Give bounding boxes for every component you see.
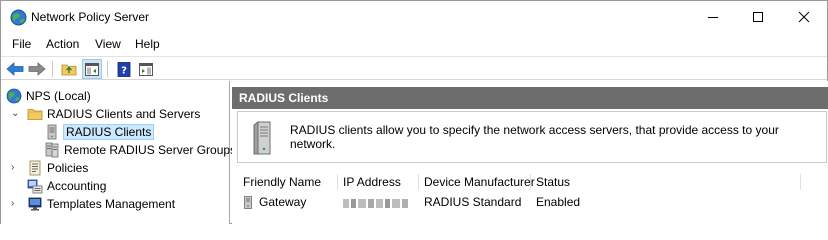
pane-title: RADIUS Clients <box>232 87 828 109</box>
maximize-icon <box>753 12 763 22</box>
tree-item-nps-local[interactable]: NPS (Local) <box>6 87 91 105</box>
folder-up-icon <box>61 64 77 76</box>
action-pane-icon <box>139 62 153 76</box>
tree-label: NPS (Local) <box>26 89 91 103</box>
show-hide-tree-button[interactable] <box>82 59 102 79</box>
column-header-ip-address[interactable]: IP Address <box>343 175 401 189</box>
description-text: RADIUS clients allow you to specify the … <box>290 123 779 151</box>
help-button[interactable]: ? <box>114 59 134 79</box>
column-divider[interactable] <box>418 174 419 190</box>
toolbar: ? <box>1 56 827 80</box>
client-icon <box>243 196 253 212</box>
minimize-button[interactable] <box>690 1 736 33</box>
show-action-pane-button[interactable] <box>136 59 156 79</box>
menu-help[interactable]: Help <box>135 37 160 51</box>
tree-item-templates-management[interactable]: Templates Management <box>27 195 175 213</box>
tree-item-accounting[interactable]: Accounting <box>27 177 106 195</box>
status-cell: Enabled <box>536 195 581 209</box>
description-box: RADIUS clients allow you to specify the … <box>237 111 827 163</box>
column-divider[interactable] <box>337 174 338 190</box>
svg-text:?: ? <box>121 65 127 76</box>
redacted-ip-address <box>343 197 411 208</box>
menu-view[interactable]: View <box>95 37 121 51</box>
server-tower-icon <box>252 120 274 159</box>
chevron-right-icon[interactable]: › <box>11 162 14 173</box>
help-book-icon: ? <box>117 61 131 77</box>
tree-item-radius-clients-servers[interactable]: RADIUS Clients and Servers <box>27 105 200 123</box>
tree-label: RADIUS Clients <box>62 124 155 140</box>
friendly-name-cell: Gateway <box>259 195 307 209</box>
minimize-icon <box>708 17 718 18</box>
list-header: Friendly Name IP Address Device Manufact… <box>237 173 827 191</box>
back-arrow-icon <box>6 62 24 76</box>
forward-button[interactable] <box>27 59 47 79</box>
tree-item-policies[interactable]: Policies <box>27 159 88 177</box>
back-button[interactable] <box>5 59 25 79</box>
column-header-status[interactable]: Status <box>536 175 570 189</box>
tree-label: Accounting <box>47 179 107 193</box>
window-title: Network Policy Server <box>31 10 150 24</box>
menu-bar: File Action View Help <box>1 34 827 54</box>
chevron-down-icon[interactable]: ⌄ <box>11 108 19 119</box>
console-tree: NPS (Local) ⌄ RADIUS Clients and Servers… <box>1 81 236 224</box>
toolbar-separator <box>107 61 108 77</box>
menu-file[interactable]: File <box>12 37 31 51</box>
toolbar-separator <box>52 61 53 77</box>
maximize-button[interactable] <box>735 1 781 33</box>
templates-icon <box>27 196 43 212</box>
manufacturer-cell: RADIUS Standard <box>424 195 522 209</box>
column-divider[interactable] <box>530 174 531 190</box>
tree-label: RADIUS Clients and Servers <box>47 107 201 121</box>
up-folder-button[interactable] <box>59 59 79 79</box>
tree-item-remote-radius-groups[interactable]: Remote RADIUS Server Groups <box>44 141 236 159</box>
accounting-icon <box>27 178 43 194</box>
menu-action[interactable]: Action <box>46 37 79 51</box>
tree-item-radius-clients[interactable]: RADIUS Clients <box>44 123 155 141</box>
server-icon <box>44 124 60 140</box>
tree-label: Policies <box>47 161 89 175</box>
table-row[interactable]: Gateway RADIUS Standard Enabled <box>237 193 827 211</box>
column-divider[interactable] <box>800 174 801 190</box>
policies-icon <box>27 160 43 176</box>
close-button[interactable] <box>781 1 827 33</box>
column-header-friendly-name[interactable]: Friendly Name <box>243 175 321 189</box>
title-bar: Network Policy Server <box>1 1 827 33</box>
close-icon <box>798 11 810 23</box>
tree-label: Remote RADIUS Server Groups <box>64 143 237 157</box>
folder-icon <box>27 106 43 122</box>
chevron-right-icon[interactable]: › <box>11 198 14 209</box>
globe-icon <box>6 88 22 104</box>
forward-arrow-icon <box>28 62 46 76</box>
console-tree-icon <box>85 62 99 76</box>
details-pane: RADIUS Clients RADIUS clients allow you … <box>232 81 828 224</box>
column-header-device-manufacturer[interactable]: Device Manufacturer <box>424 175 535 189</box>
app-window: Network Policy Server File Action View H… <box>0 0 828 224</box>
nps-app-icon <box>10 9 27 26</box>
server-group-icon <box>44 142 60 158</box>
tree-label: Templates Management <box>47 197 176 211</box>
